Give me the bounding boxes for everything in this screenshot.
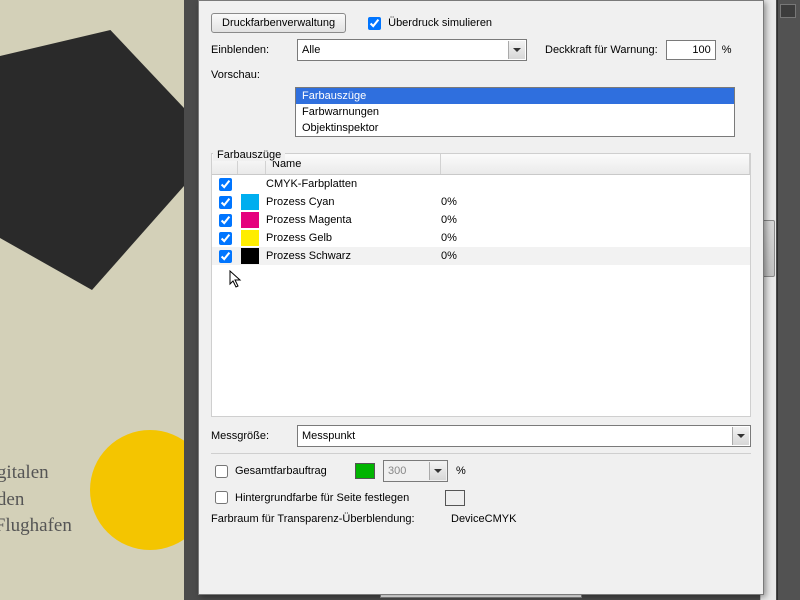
total-ink-label: Gesamtfarbauftrag bbox=[235, 465, 355, 477]
blend-space-value: DeviceCMYK bbox=[451, 513, 516, 525]
preview-option-separations[interactable]: Farbauszüge bbox=[296, 88, 734, 104]
row-percent: 0% bbox=[441, 232, 531, 244]
row-visibility-checkbox[interactable] bbox=[219, 214, 232, 227]
warning-opacity-unit: % bbox=[722, 44, 732, 56]
row-percent: 0% bbox=[441, 250, 531, 262]
show-label: Einblenden: bbox=[211, 44, 289, 56]
color-swatch bbox=[241, 194, 259, 210]
simulate-overprint-label: Überdruck simulieren bbox=[388, 17, 492, 29]
row-visibility-checkbox[interactable] bbox=[219, 232, 232, 245]
preview-shape-dark bbox=[0, 30, 184, 290]
sample-size-label: Messgröße: bbox=[211, 430, 289, 442]
table-row[interactable]: Prozess Magenta0% bbox=[212, 211, 750, 229]
table-row[interactable]: Prozess Cyan0% bbox=[212, 193, 750, 211]
warning-opacity-label: Deckkraft für Warnung: bbox=[545, 44, 658, 56]
table-row[interactable]: CMYK-Farbplatten bbox=[212, 175, 750, 193]
table-row[interactable]: Prozess Gelb0% bbox=[212, 229, 750, 247]
preview-shape-circle bbox=[90, 430, 184, 550]
table-header: Name bbox=[212, 154, 750, 175]
row-name: Prozess Cyan bbox=[266, 196, 441, 208]
warning-opacity-input[interactable] bbox=[666, 40, 716, 60]
preview-sample-text: s digitalen für den ter Flughafen bbox=[0, 460, 72, 540]
total-ink-color-chip[interactable] bbox=[355, 463, 375, 479]
panel-menu-icon[interactable] bbox=[780, 4, 796, 18]
total-ink-value-select[interactable]: 300 bbox=[383, 460, 448, 482]
preview-listbox[interactable]: Farbauszüge Farbwarnungen Objektinspekto… bbox=[295, 87, 735, 137]
blend-space-label: Farbraum für Transparenz-Überblendung: bbox=[211, 513, 451, 525]
page-bg-checkbox[interactable] bbox=[215, 491, 228, 504]
row-visibility-checkbox[interactable] bbox=[219, 250, 232, 263]
separations-group-label: Farbauszüge bbox=[213, 149, 285, 161]
show-select[interactable]: Alle bbox=[297, 39, 527, 61]
row-percent: 0% bbox=[441, 196, 531, 208]
preview-option-color-warnings[interactable]: Farbwarnungen bbox=[296, 104, 734, 120]
row-name: Prozess Magenta bbox=[266, 214, 441, 226]
row-name: Prozess Schwarz bbox=[266, 250, 441, 262]
total-ink-value: 300 bbox=[388, 465, 406, 477]
chevron-down-icon bbox=[732, 427, 749, 445]
row-name: Prozess Gelb bbox=[266, 232, 441, 244]
panel-dock bbox=[777, 0, 800, 600]
total-ink-checkbox[interactable] bbox=[215, 465, 228, 478]
chevron-down-icon bbox=[508, 41, 525, 59]
sample-size-select[interactable]: Messpunkt bbox=[297, 425, 751, 447]
color-swatch bbox=[241, 230, 259, 246]
preview-option-object-inspector[interactable]: Objektinspektor bbox=[296, 120, 734, 136]
output-preview-dialog: Druckfarbenverwaltung Überdruck simulier… bbox=[198, 0, 764, 595]
row-visibility-checkbox[interactable] bbox=[219, 178, 232, 191]
row-percent: 0% bbox=[441, 214, 531, 226]
separations-table: Name CMYK-FarbplattenProzess Cyan0%Proze… bbox=[211, 153, 751, 417]
cursor-icon bbox=[229, 270, 245, 290]
simulate-overprint-checkbox[interactable] bbox=[368, 17, 381, 30]
column-name[interactable]: Name bbox=[266, 154, 441, 174]
row-name: CMYK-Farbplatten bbox=[266, 178, 441, 190]
row-visibility-checkbox[interactable] bbox=[219, 196, 232, 209]
chevron-down-icon bbox=[429, 462, 446, 480]
ink-manager-button[interactable]: Druckfarbenverwaltung bbox=[211, 13, 346, 33]
table-row[interactable]: Prozess Schwarz0% bbox=[212, 247, 750, 265]
total-ink-unit: % bbox=[456, 465, 466, 477]
page-bg-color-chip[interactable] bbox=[445, 490, 465, 506]
document-preview: s digitalen für den ter Flughafen bbox=[0, 0, 184, 600]
sample-size-value: Messpunkt bbox=[302, 430, 355, 442]
color-swatch bbox=[241, 248, 259, 264]
show-select-value: Alle bbox=[302, 44, 320, 56]
page-bg-label: Hintergrundfarbe für Seite festlegen bbox=[235, 492, 445, 504]
preview-label: Vorschau: bbox=[211, 69, 289, 81]
color-swatch bbox=[241, 212, 259, 228]
divider bbox=[211, 453, 751, 454]
